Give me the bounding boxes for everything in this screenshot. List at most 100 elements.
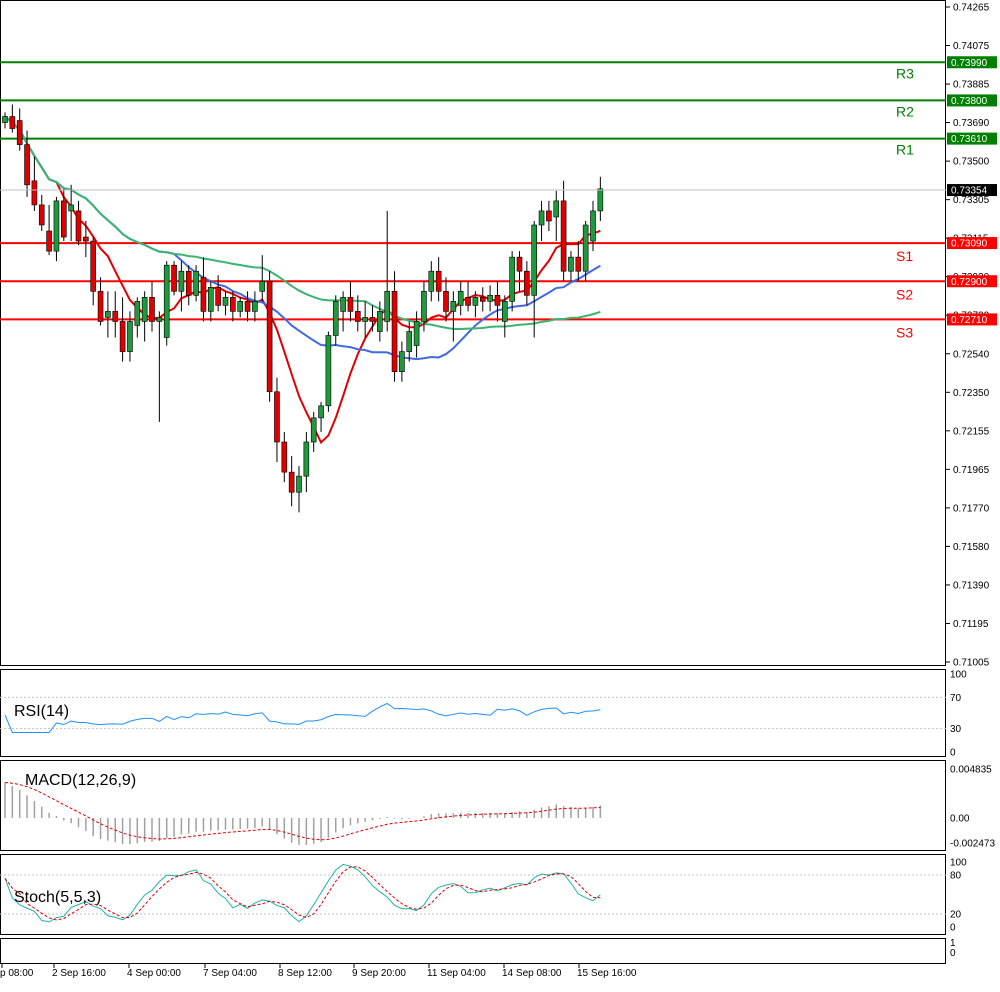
candle-body — [134, 301, 141, 326]
candle-body — [347, 297, 354, 312]
candle-body — [156, 317, 163, 322]
level-label-r3: R3 — [896, 65, 914, 81]
candle-body — [369, 317, 376, 322]
stoch-label: Stoch(5,5,3) — [14, 889, 101, 906]
time-tick-label: 9 Sep 20:00 — [352, 968, 406, 979]
candle-body — [193, 270, 199, 296]
candle-body — [97, 291, 104, 322]
rsi-panel-frame — [0, 669, 946, 757]
candle-body — [274, 391, 280, 443]
price-tick-label: 0.71770 — [953, 503, 990, 514]
rsi-level-label: 0 — [950, 748, 956, 759]
candle-body — [46, 230, 52, 252]
macd-signal-line — [4, 782, 601, 841]
candle-body — [465, 297, 471, 306]
candle-body — [266, 280, 273, 393]
candle-body — [597, 188, 604, 212]
macd-panel-frame — [0, 760, 946, 851]
rsi-line — [4, 702, 601, 733]
candle-body — [9, 116, 16, 129]
candle-body — [568, 256, 574, 272]
candle-body — [68, 204, 74, 212]
price-tick-label: 0.74075 — [953, 41, 990, 52]
rsi-label: RSI(14) — [14, 703, 69, 720]
candle-body — [230, 297, 236, 312]
candle-body — [141, 297, 148, 322]
candle-body — [208, 286, 214, 312]
candle-body — [428, 270, 435, 292]
price-chart[interactable]: 0.74265 0.74075 0.73885 0.73690 0.73500 0.733… — [0, 0, 1000, 992]
candle-body — [377, 311, 383, 332]
time-tick-label: 4 Sep 00:00 — [127, 968, 181, 979]
candle-body — [200, 276, 207, 312]
stoch-panel-frame — [0, 854, 946, 935]
empty-indicator-panel: 10 — [950, 938, 956, 959]
price-tick-label: 0.73690 — [953, 118, 990, 129]
candle-body — [524, 270, 530, 296]
candle-body — [575, 256, 582, 272]
macd-level-label: 0.004835 — [950, 765, 992, 776]
candle-body — [83, 236, 89, 242]
level-tag-text: 0.73090 — [951, 239, 988, 250]
candle-body — [296, 475, 302, 493]
price-tick-label: 0.72350 — [953, 388, 990, 399]
candle-body — [494, 295, 501, 306]
level-tag-text: 0.72900 — [951, 277, 988, 288]
time-tick-label: 2 Sep 16:00 — [52, 968, 106, 979]
price-tick-label: 0.71195 — [953, 619, 989, 630]
level-tag-text: 0.72710 — [951, 315, 988, 326]
candlesticks — [2, 104, 604, 513]
candle-body — [487, 295, 493, 302]
price-tick-label: 0.71005 — [953, 658, 990, 669]
candle-body — [501, 301, 508, 322]
candle-body — [303, 441, 310, 477]
time-axis: p 08:00 2 Sep 16:00 4 Sep 00:00 7 Sep 04:00… — [0, 964, 637, 979]
candle-body — [413, 321, 420, 346]
candle-body — [435, 270, 442, 292]
candle-body — [259, 280, 266, 292]
level-tag-text: 0.73610 — [951, 134, 988, 145]
price-tick-label: 0.71390 — [953, 580, 990, 591]
candle-body — [590, 210, 596, 242]
candle-body — [149, 297, 155, 322]
candle-body — [112, 311, 119, 322]
candle-body — [560, 200, 567, 272]
candle-body — [457, 291, 464, 306]
time-tick-label: 11 Sep 04:00 — [427, 968, 486, 979]
rsi-indicator: 100 70 30 0 RSI(14) — [0, 670, 967, 759]
candle-body — [479, 297, 486, 302]
candle-body — [406, 331, 413, 352]
candle-body — [237, 301, 243, 312]
candle-body — [281, 441, 288, 473]
price-tick-label: 0.73885 — [953, 80, 990, 91]
candle-body — [127, 321, 133, 352]
candle-body — [105, 311, 111, 318]
candle-body — [553, 200, 560, 218]
price-tick-label: 0.74265 — [953, 3, 990, 14]
empty-panel-frame — [0, 938, 946, 964]
candle-body — [215, 286, 221, 306]
candle-body — [24, 144, 30, 186]
candle-body — [538, 210, 545, 226]
time-tick-label: 14 Sep 08:00 — [502, 968, 562, 979]
candle-body — [252, 301, 258, 312]
stoch-level-label: 0 — [950, 923, 956, 934]
macd-label: MACD(12,26,9) — [25, 772, 136, 789]
candle-body — [75, 210, 82, 242]
candle-body — [516, 256, 523, 272]
candle-body — [391, 291, 398, 372]
rsi-level-label: 100 — [950, 670, 967, 681]
level-tag-text: 0.73990 — [951, 58, 988, 69]
stoch-level-label: 100 — [950, 858, 967, 869]
candle-body — [509, 256, 515, 302]
candle-body — [582, 224, 589, 272]
candle-body — [354, 311, 361, 322]
candle-body — [325, 335, 332, 407]
candle-body — [60, 200, 67, 238]
level-tag-text: 0.73800 — [951, 96, 988, 107]
candle-body — [399, 351, 405, 372]
candle-body — [362, 317, 368, 322]
level-label-s2: S2 — [896, 286, 913, 302]
empty-panel-level-label: 0 — [950, 948, 956, 959]
time-tick-label: p 08:00 — [0, 968, 34, 979]
